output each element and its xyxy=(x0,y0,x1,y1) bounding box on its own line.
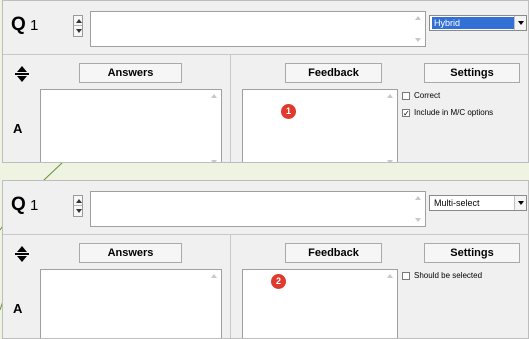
question-number-stepper[interactable] xyxy=(73,195,83,217)
stepper-down-button[interactable] xyxy=(74,26,82,36)
correct-checkbox[interactable] xyxy=(402,92,410,100)
arrow-up-icon xyxy=(17,246,27,252)
answer-scrollbar[interactable] xyxy=(211,270,219,338)
arrow-up-icon xyxy=(76,199,82,203)
question-text-input[interactable] xyxy=(90,191,426,227)
question-number: 1 xyxy=(30,17,39,34)
scroll-down-icon xyxy=(211,160,217,162)
annotation-badge-1: 1 xyxy=(281,104,296,119)
answers-button[interactable]: Answers xyxy=(79,63,182,83)
arrow-down-icon xyxy=(76,29,82,33)
answer-label: A xyxy=(13,301,23,316)
answer-reorder-stepper[interactable] xyxy=(13,245,31,263)
settings-button[interactable]: Settings xyxy=(424,63,520,83)
answer-text-input[interactable] xyxy=(40,89,222,162)
question-text-scrollbar[interactable] xyxy=(415,12,423,46)
question-type-value: Hybrid xyxy=(432,17,514,29)
dropdown-button[interactable] xyxy=(514,16,526,30)
feedback-scrollbar[interactable] xyxy=(387,90,395,162)
scroll-up-icon xyxy=(415,196,421,200)
question-panel-1: Q 1 Hybrid Answers A Feedback Settings C… xyxy=(2,0,529,163)
should-be-selected-checkbox[interactable] xyxy=(402,272,410,280)
feedback-text-input[interactable] xyxy=(242,269,398,338)
answer-text-input[interactable] xyxy=(40,269,222,338)
stepper-up-button[interactable] xyxy=(74,196,82,206)
scroll-down-icon xyxy=(387,160,393,162)
include-mc-label: Include in M/C options xyxy=(414,108,494,117)
answers-section: Answers A xyxy=(3,55,231,162)
arrow-up-icon xyxy=(17,66,27,72)
feedback-button[interactable]: Feedback xyxy=(285,243,382,263)
question-panel-2: Q 1 Multi-select Answers A Feedback Sett… xyxy=(2,180,529,339)
scroll-up-icon xyxy=(387,274,393,278)
correct-option[interactable]: Correct xyxy=(402,91,527,104)
chevron-down-icon xyxy=(518,201,524,205)
feedback-button[interactable]: Feedback xyxy=(285,63,382,83)
question-type-select[interactable]: Multi-select xyxy=(429,195,527,211)
question-label: Q xyxy=(11,194,26,215)
question-number-stepper[interactable] xyxy=(73,15,83,37)
feedback-settings-section: Feedback Settings Correct ✓ Include in M… xyxy=(232,55,528,162)
arrow-down-icon xyxy=(76,209,82,213)
scroll-down-icon xyxy=(415,38,421,42)
answers-button[interactable]: Answers xyxy=(79,243,182,263)
settings-options: Correct ✓ Include in M/C options xyxy=(402,91,527,125)
include-mc-checkbox[interactable]: ✓ xyxy=(402,109,410,118)
scroll-up-icon xyxy=(211,94,217,98)
question-text-input[interactable] xyxy=(90,11,426,47)
scroll-down-icon xyxy=(415,218,421,222)
scroll-up-icon xyxy=(211,274,217,278)
should-be-selected-option[interactable]: Should be selected xyxy=(402,271,527,284)
answer-label: A xyxy=(13,121,23,136)
stepper-up-button[interactable] xyxy=(74,16,82,26)
answers-section: Answers A xyxy=(3,235,231,338)
question-type-select[interactable]: Hybrid xyxy=(429,15,527,31)
scroll-up-icon xyxy=(387,94,393,98)
arrow-down-icon xyxy=(17,76,27,82)
question-text-scrollbar[interactable] xyxy=(415,192,423,226)
feedback-text-input[interactable] xyxy=(242,89,398,162)
separator-line xyxy=(15,253,29,255)
stepper-down-button[interactable] xyxy=(74,206,82,216)
arrow-down-icon xyxy=(17,256,27,262)
settings-button[interactable]: Settings xyxy=(424,243,520,263)
separator-line xyxy=(15,73,29,75)
dropdown-button[interactable] xyxy=(514,196,526,210)
annotation-badge-2: 2 xyxy=(271,274,286,289)
include-mc-option[interactable]: ✓ Include in M/C options xyxy=(402,108,527,121)
should-be-selected-label: Should be selected xyxy=(414,271,483,280)
chevron-down-icon xyxy=(518,21,524,25)
question-number: 1 xyxy=(30,197,39,214)
question-row: Q 1 Hybrid xyxy=(3,1,528,51)
question-label: Q xyxy=(11,14,26,35)
correct-label: Correct xyxy=(414,91,441,100)
question-type-value: Multi-select xyxy=(434,198,480,208)
settings-options: Should be selected xyxy=(402,271,527,288)
feedback-scrollbar[interactable] xyxy=(387,270,395,338)
answer-scrollbar[interactable] xyxy=(211,90,219,162)
scroll-up-icon xyxy=(415,16,421,20)
question-row: Q 1 Multi-select xyxy=(3,181,528,231)
arrow-up-icon xyxy=(76,19,82,23)
answer-reorder-stepper[interactable] xyxy=(13,65,31,83)
